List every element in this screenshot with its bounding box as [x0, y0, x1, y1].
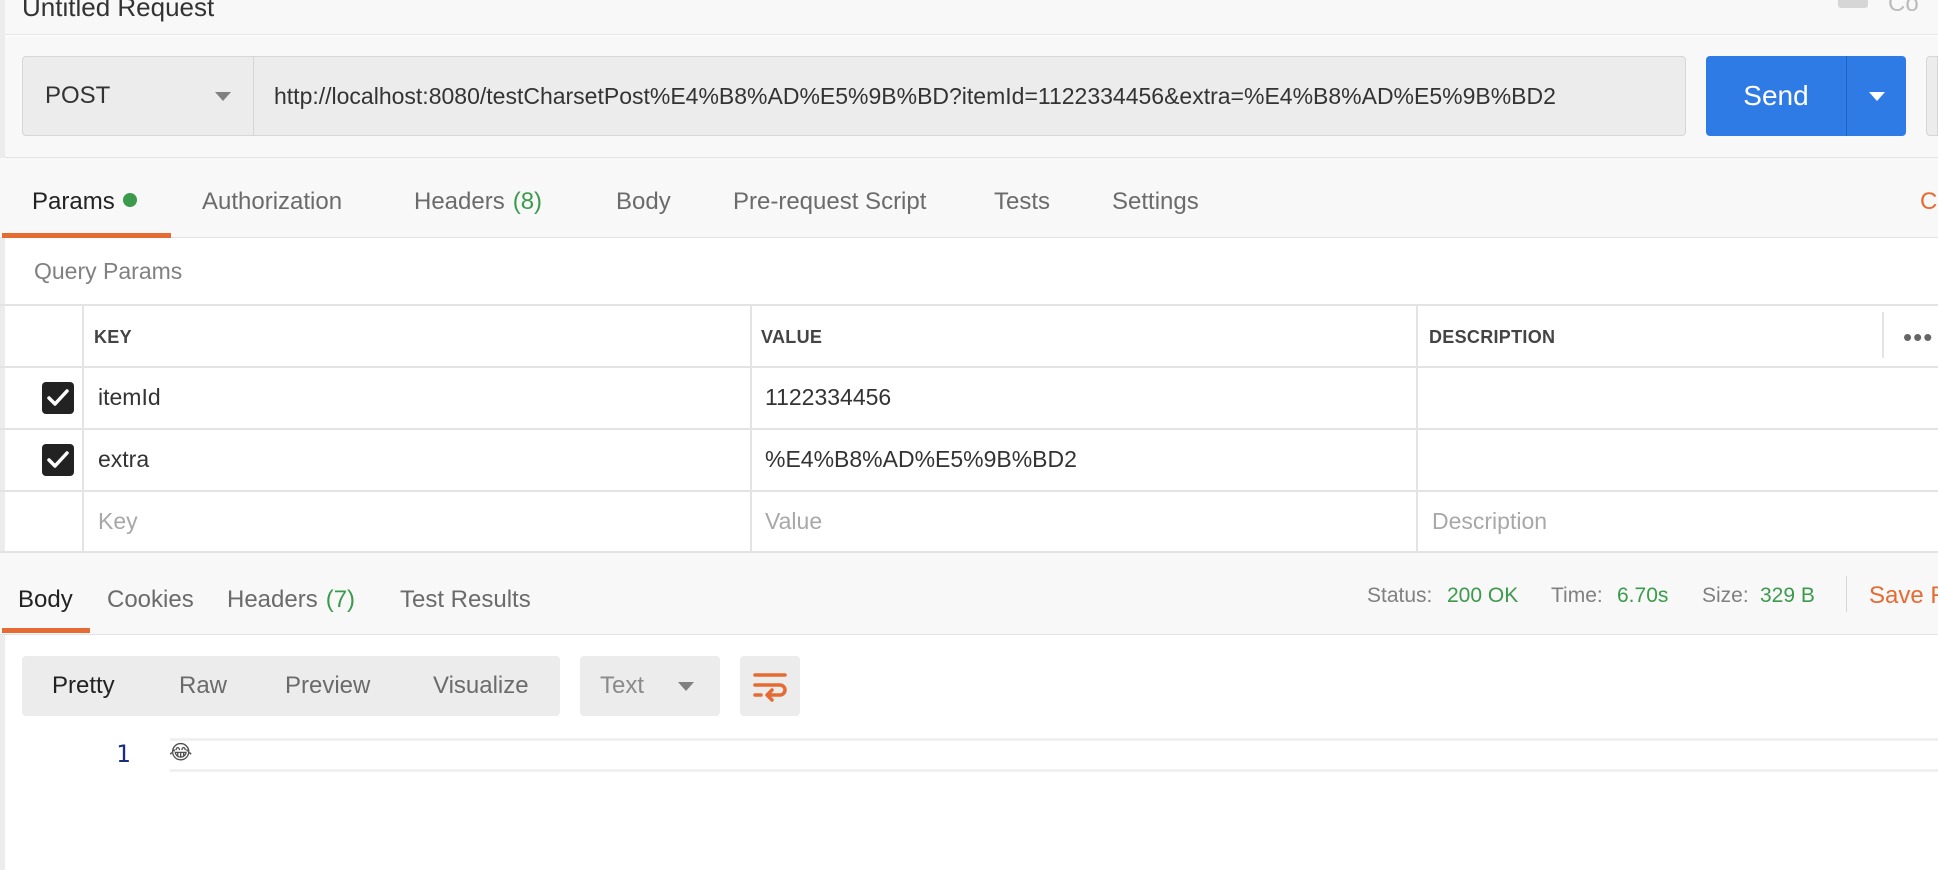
view-pretty-button[interactable]: Pretty — [52, 672, 115, 700]
param-checkbox-itemid[interactable] — [42, 382, 74, 414]
tab-prerequest-script[interactable]: Pre-request Script — [733, 188, 926, 216]
table-top-border — [0, 304, 1938, 306]
table-column-divider — [1882, 312, 1884, 358]
wrap-lines-button[interactable] — [740, 656, 800, 716]
size-label: Size: — [1702, 584, 1749, 607]
send-options-button[interactable] — [1846, 56, 1906, 136]
checkmark-icon — [47, 451, 69, 468]
status-value[interactable]: 200 OK — [1447, 584, 1518, 608]
response-tab-body[interactable]: Body — [18, 586, 73, 614]
code-line-highlight — [170, 738, 1938, 772]
param-key-field[interactable]: itemId — [98, 384, 161, 411]
table-row-border — [0, 428, 1938, 430]
response-tab-headers-label: Headers — [227, 586, 318, 613]
view-raw-button[interactable]: Raw — [179, 672, 227, 700]
meta-divider — [1846, 576, 1847, 612]
param-value-field[interactable]: %E4%B8%AD%E5%9B%BD2 — [765, 446, 1077, 473]
line-number: 1 — [116, 740, 131, 768]
chevron-down-icon — [215, 92, 231, 101]
chevron-down-icon — [1869, 92, 1885, 101]
column-header-key: KEY — [94, 327, 132, 347]
tab-body[interactable]: Body — [616, 188, 671, 216]
save-response-button[interactable]: Save R — [1869, 582, 1938, 610]
column-header-description: DESCRIPTION — [1429, 327, 1556, 347]
new-param-key-input[interactable]: Key — [98, 508, 138, 535]
param-value-field[interactable]: 1122334456 — [765, 384, 891, 411]
response-tab-test-results[interactable]: Test Results — [400, 586, 531, 614]
url-input[interactable]: http://localhost:8080/testCharsetPost%E4… — [254, 56, 1686, 136]
wrap-lines-icon — [753, 673, 787, 702]
checkmark-icon — [47, 389, 69, 406]
comments-label[interactable]: Co — [1888, 0, 1919, 18]
cookies-link[interactable]: Co — [1920, 188, 1938, 216]
more-options-icon[interactable]: ••• — [1903, 322, 1933, 353]
left-divider — [0, 0, 5, 870]
tab-headers-count: (8) — [512, 188, 543, 215]
response-tab-headers-count: (7) — [325, 586, 356, 613]
response-tab-cookies[interactable]: Cookies — [107, 586, 194, 614]
save-button[interactable] — [1926, 56, 1938, 136]
response-tab-headers[interactable]: Headers (7) — [227, 586, 355, 614]
format-select[interactable]: Text — [580, 656, 720, 716]
time-value[interactable]: 6.70s — [1617, 584, 1668, 608]
send-button[interactable]: Send — [1706, 56, 1846, 136]
column-header-value: VALUE — [761, 327, 823, 347]
view-preview-button[interactable]: Preview — [285, 672, 370, 700]
time-label: Time: — [1551, 584, 1603, 607]
table-header-border — [0, 366, 1938, 368]
new-param-value-input[interactable]: Value — [765, 508, 822, 535]
active-tab-indicator — [2, 233, 171, 238]
request-title[interactable]: Untitled Request — [22, 0, 214, 23]
param-description-field[interactable] — [1432, 384, 1912, 414]
tab-authorization[interactable]: Authorization — [202, 188, 342, 216]
size-value[interactable]: 329 B — [1760, 584, 1815, 608]
param-checkbox-extra[interactable] — [42, 444, 74, 476]
params-active-dot-icon — [122, 193, 137, 207]
status-label: Status: — [1367, 584, 1433, 607]
method-value: POST — [45, 82, 111, 109]
method-select[interactable]: POST — [22, 56, 254, 136]
param-key-field[interactable]: extra — [98, 446, 149, 473]
response-body-content[interactable]: 😂 — [169, 742, 192, 764]
view-visualize-button[interactable]: Visualize — [433, 672, 529, 700]
param-description-field[interactable] — [1432, 446, 1912, 476]
table-row-border — [0, 490, 1938, 492]
new-param-description-input[interactable]: Description — [1432, 508, 1547, 535]
comments-icon[interactable] — [1838, 0, 1868, 8]
tab-params-label: Params — [32, 188, 115, 215]
chevron-down-icon — [678, 682, 694, 691]
tab-params[interactable]: Params — [32, 188, 137, 216]
table-column-divider — [750, 304, 752, 552]
query-params-heading: Query Params — [34, 258, 183, 284]
tab-headers-label: Headers — [414, 188, 505, 215]
table-column-divider — [82, 304, 84, 552]
tab-tests[interactable]: Tests — [994, 188, 1050, 216]
active-response-tab-indicator — [2, 628, 90, 633]
format-value: Text — [600, 672, 645, 699]
tab-settings[interactable]: Settings — [1112, 188, 1199, 216]
tab-headers[interactable]: Headers (8) — [414, 188, 542, 216]
table-column-divider — [1416, 304, 1418, 552]
request-title-bar — [0, 0, 1938, 35]
